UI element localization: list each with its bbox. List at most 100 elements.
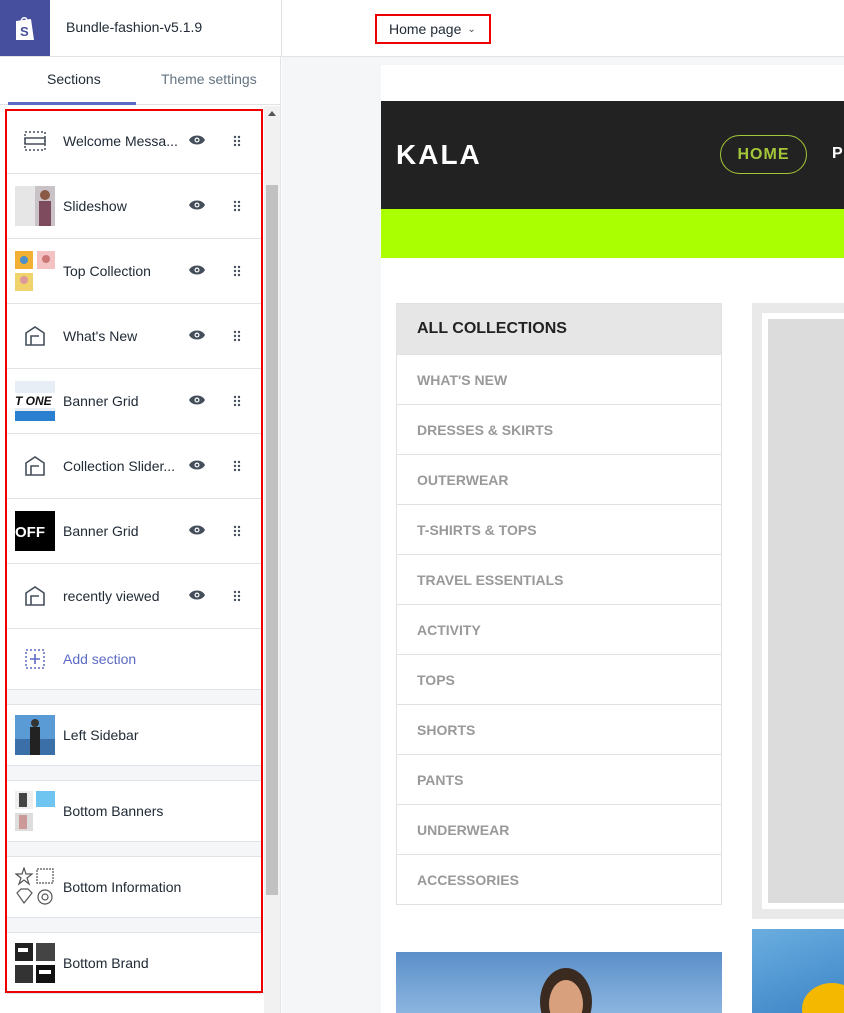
drag-handle-icon[interactable]	[233, 395, 241, 407]
hero-slide-image[interactable]	[752, 303, 844, 919]
section-house-icon	[15, 316, 55, 356]
svg-text:S: S	[20, 24, 29, 39]
add-section-label: Add section	[63, 651, 137, 667]
section-row-banner-grid[interactable]: T ONE I Banner Grid	[7, 369, 261, 434]
section-group-divider	[7, 766, 261, 781]
collection-link[interactable]: DRESSES & SKIRTS	[397, 404, 721, 454]
collection-link[interactable]: WHAT'S NEW	[397, 354, 721, 404]
eye-icon[interactable]	[189, 329, 205, 341]
section-group-divider	[7, 918, 261, 933]
bottom-brand-thumbnail	[15, 943, 55, 983]
add-section-icon	[15, 639, 55, 679]
bottom-information-thumbnail	[15, 867, 55, 907]
collection-link[interactable]: PANTS	[397, 754, 721, 804]
section-label: recently viewed	[63, 588, 160, 604]
tab-sections[interactable]: Sections	[47, 71, 101, 87]
section-row-top-collection[interactable]: Top Collection	[7, 239, 261, 304]
collection-link[interactable]: TRAVEL ESSENTIALS	[397, 554, 721, 604]
welcome-message-icon	[15, 121, 55, 161]
banner-image-yellow[interactable]	[752, 929, 844, 1013]
drag-handle-icon[interactable]	[233, 135, 241, 147]
section-label: Banner Grid	[63, 393, 139, 409]
collection-link[interactable]: T-SHIRTS & TOPS	[397, 504, 721, 554]
collection-link[interactable]: TOPS	[397, 654, 721, 704]
hero-image-frame	[762, 313, 844, 909]
section-label: Banner Grid	[63, 523, 139, 539]
banner-grid-thumbnail: T ONE I	[15, 381, 55, 421]
section-house-icon	[15, 446, 55, 486]
section-label: What's New	[63, 328, 138, 344]
top-collection-thumbnail	[15, 251, 55, 291]
shopify-logo[interactable]: S	[0, 0, 50, 56]
section-row-left-sidebar[interactable]: Left Sidebar	[7, 705, 261, 766]
section-row-whats-new[interactable]: What's New	[7, 304, 261, 369]
section-row-collection-slider[interactable]: Collection Slider...	[7, 434, 261, 499]
eye-icon[interactable]	[189, 589, 205, 601]
section-label: Left Sidebar	[63, 727, 139, 743]
section-label: Bottom Information	[63, 879, 182, 895]
chevron-down-icon: ⌄	[467, 23, 476, 35]
section-row-recently-viewed[interactable]: recently viewed	[7, 564, 261, 629]
page-selector[interactable]: Home page ⌄	[375, 14, 491, 44]
page-selector-label: Home page	[389, 21, 462, 37]
section-house-icon	[15, 576, 55, 616]
add-section-button[interactable]: Add section	[7, 629, 261, 690]
sidebar-tabs: Sections Theme settings	[0, 57, 281, 105]
section-row-bottom-information[interactable]: Bottom Information	[7, 857, 261, 918]
section-row-slideshow[interactable]: Slideshow	[7, 174, 261, 239]
collections-menu: ALL COLLECTIONS WHAT'S NEW DRESSES & SKI…	[396, 303, 722, 905]
section-row-bottom-banners[interactable]: Bottom Banners	[7, 781, 261, 842]
eye-icon[interactable]	[189, 264, 205, 276]
section-group-divider	[7, 690, 261, 705]
eye-icon[interactable]	[189, 134, 205, 146]
theme-name: Bundle-fashion-v5.1.9	[66, 19, 203, 35]
collection-link[interactable]: ACTIVITY	[397, 604, 721, 654]
scrollbar-thumb[interactable]	[266, 185, 278, 895]
banner-grid-off-thumbnail: OFF	[15, 511, 55, 551]
svg-text:T ONE I: T ONE I	[15, 394, 55, 408]
shopify-bag-icon: S	[16, 17, 34, 40]
active-tab-indicator	[8, 102, 136, 105]
bottom-banners-thumbnail	[15, 791, 55, 831]
drag-handle-icon[interactable]	[233, 460, 241, 472]
section-row-welcome-message[interactable]: Welcome Messa...	[7, 109, 261, 174]
sections-sidebar: Sections Theme settings Welcome Messa...…	[0, 57, 281, 1013]
section-group-divider	[7, 842, 261, 857]
drag-handle-icon[interactable]	[233, 265, 241, 277]
drag-handle-icon[interactable]	[233, 590, 241, 602]
store-preview: KALA HOME P ALL COLLECTIONS WHAT'S NEW D…	[381, 65, 844, 1013]
collection-link[interactable]: UNDERWEAR	[397, 804, 721, 854]
section-label: Top Collection	[63, 263, 151, 279]
collections-title: ALL COLLECTIONS	[397, 304, 721, 354]
store-header: KALA HOME P	[381, 101, 844, 209]
store-logo[interactable]: KALA	[396, 139, 482, 171]
collection-link[interactable]: OUTERWEAR	[397, 454, 721, 504]
section-label: Collection Slider...	[63, 458, 176, 474]
nav-home-link[interactable]: HOME	[720, 135, 807, 174]
nav-next-link[interactable]: P	[832, 145, 843, 163]
topbar-divider	[281, 0, 282, 56]
slideshow-thumbnail	[15, 186, 55, 226]
banner-image-model[interactable]	[396, 952, 722, 1013]
scroll-up-arrow-icon[interactable]	[268, 111, 276, 116]
tab-theme-settings[interactable]: Theme settings	[161, 71, 257, 87]
section-label: Slideshow	[63, 198, 127, 214]
svg-text:OFF: OFF	[15, 524, 45, 541]
collection-link[interactable]: SHORTS	[397, 704, 721, 754]
section-row-banner-grid-2[interactable]: OFF Banner Grid	[7, 499, 261, 564]
section-label: Welcome Messa...	[63, 133, 178, 149]
drag-handle-icon[interactable]	[233, 330, 241, 342]
eye-icon[interactable]	[189, 199, 205, 211]
section-label: Bottom Brand	[63, 955, 149, 971]
left-sidebar-thumbnail	[15, 715, 55, 755]
collection-link[interactable]: ACCESSORIES	[397, 854, 721, 904]
eye-icon[interactable]	[189, 394, 205, 406]
drag-handle-icon[interactable]	[233, 525, 241, 537]
promo-bar	[381, 209, 844, 258]
editor-topbar: S Bundle-fashion-v5.1.9 Home page ⌄	[0, 0, 844, 57]
section-row-bottom-brand[interactable]: Bottom Brand	[7, 933, 261, 994]
eye-icon[interactable]	[189, 459, 205, 471]
section-label: Bottom Banners	[63, 803, 164, 819]
eye-icon[interactable]	[189, 524, 205, 536]
drag-handle-icon[interactable]	[233, 200, 241, 212]
